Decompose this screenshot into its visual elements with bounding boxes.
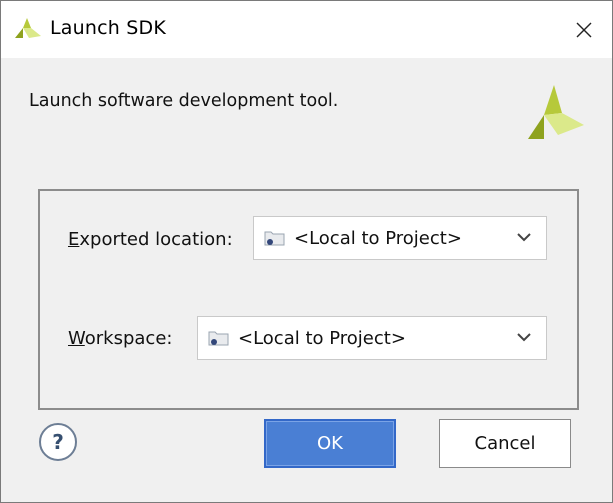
folder-icon — [264, 231, 285, 246]
exported-location-label: Exported location: — [68, 229, 233, 250]
folder-icon — [208, 331, 229, 346]
exported-location-label-text: xported location: — [79, 229, 233, 250]
chevron-down-icon — [517, 233, 531, 242]
help-button[interactable]: ? — [39, 423, 77, 461]
window-title: Launch SDK — [50, 17, 166, 39]
launch-sdk-dialog: Launch SDK Launch software development t… — [0, 0, 613, 503]
dialog-description: Launch software development tool. — [29, 91, 339, 111]
exported-location-dropdown[interactable]: <Local to Project> — [253, 216, 547, 260]
ok-button[interactable]: OK — [264, 419, 396, 468]
vivado-logo-icon — [15, 18, 41, 38]
workspace-value: <Local to Project> — [238, 327, 406, 349]
close-icon — [576, 22, 592, 37]
settings-group: Exported location: <Local to Project> Wo… — [38, 189, 579, 410]
exported-location-mnemonic: E — [68, 229, 80, 250]
title-bar: Launch SDK — [1, 1, 612, 58]
close-button[interactable] — [556, 1, 612, 58]
vivado-logo-icon — [528, 85, 584, 139]
workspace-dropdown[interactable]: <Local to Project> — [197, 316, 547, 360]
chevron-down-icon — [517, 333, 531, 342]
exported-location-value: <Local to Project> — [294, 227, 462, 249]
workspace-mnemonic: W — [68, 328, 85, 349]
workspace-label: Workspace: — [68, 328, 172, 349]
cancel-button[interactable]: Cancel — [439, 419, 571, 468]
workspace-label-text: orkspace: — [84, 328, 173, 349]
